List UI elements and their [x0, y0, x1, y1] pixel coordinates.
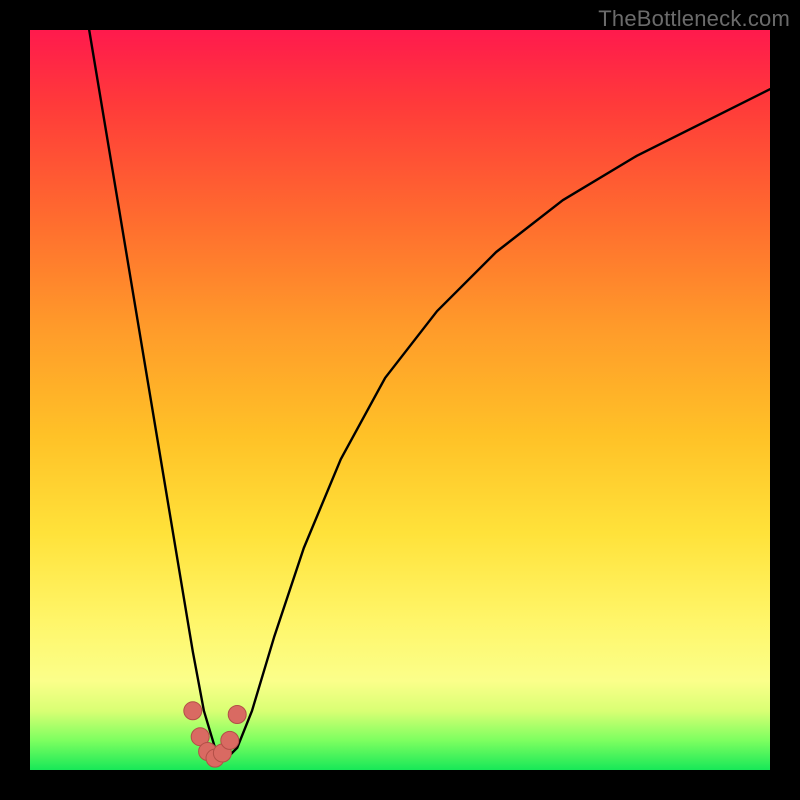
- bottleneck-curve-svg: [30, 30, 770, 770]
- minimum-marker: [221, 731, 239, 749]
- bottleneck-curve: [89, 30, 770, 759]
- minimum-marker-group: [184, 702, 246, 767]
- minimum-marker: [228, 706, 246, 724]
- minimum-marker: [184, 702, 202, 720]
- watermark-text: TheBottleneck.com: [598, 6, 790, 32]
- chart-frame: TheBottleneck.com: [0, 0, 800, 800]
- plot-area: [30, 30, 770, 770]
